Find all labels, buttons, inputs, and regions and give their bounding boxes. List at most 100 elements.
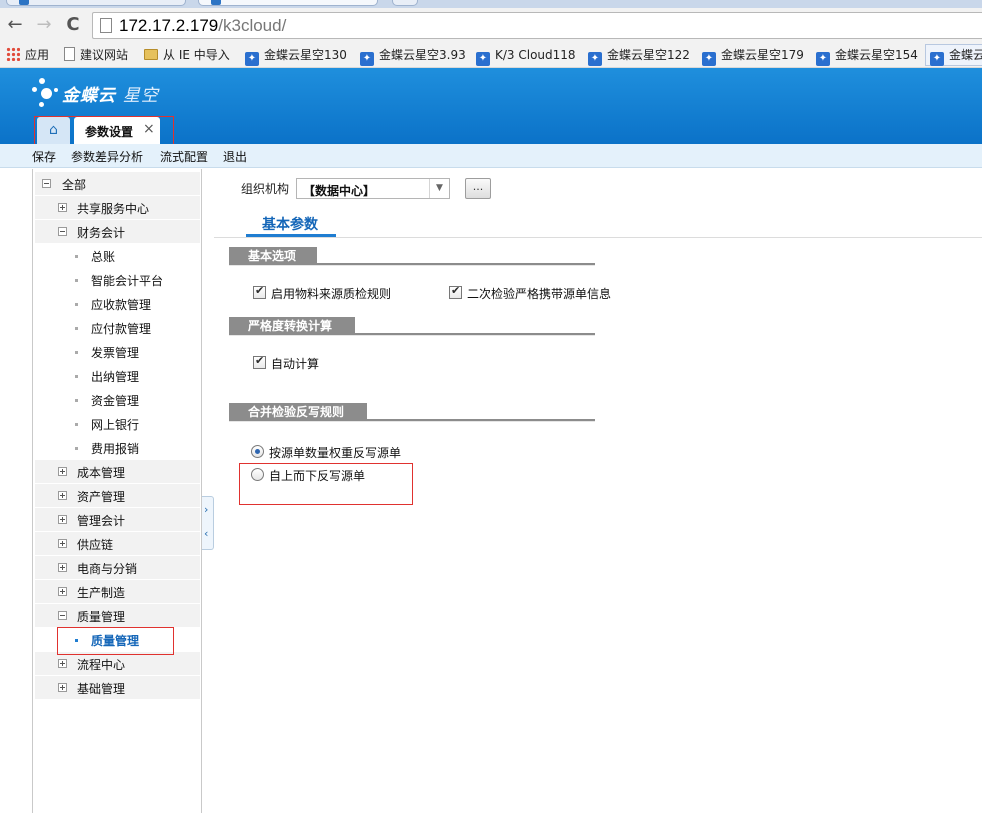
tree-leaf-smart-accounting[interactable]: 智能会计平台 xyxy=(35,268,200,292)
chevron-left-icon[interactable]: ‹ xyxy=(204,527,208,540)
forward-arrow-icon[interactable]: → xyxy=(34,15,54,35)
expand-icon[interactable] xyxy=(58,659,67,668)
tree-leaf-payables[interactable]: 应付款管理 xyxy=(35,316,200,340)
kingdee-icon: ✦ xyxy=(588,52,602,66)
bullet-icon xyxy=(75,327,78,330)
browser-tab[interactable] xyxy=(6,0,186,6)
annotation-box-radio xyxy=(239,463,413,505)
tree-leaf-online-bank[interactable]: 网上银行 xyxy=(35,412,200,436)
page-icon xyxy=(100,18,112,33)
tree-node-supply-chain[interactable]: 供应链 xyxy=(35,532,200,555)
page-icon xyxy=(64,47,75,61)
tab-divider xyxy=(214,237,982,238)
collapse-icon[interactable] xyxy=(58,611,67,620)
tree-leaf-general-ledger[interactable]: 总账 xyxy=(35,244,200,268)
bullet-icon xyxy=(75,399,78,402)
section-divider xyxy=(229,419,595,422)
tree-node-cost[interactable]: 成本管理 xyxy=(35,460,200,483)
tree-node-mgmt-accounting[interactable]: 管理会计 xyxy=(35,508,200,531)
folder-icon xyxy=(144,49,158,60)
bookmark-kd393[interactable]: ✦ 金蝶云星空3.93 xyxy=(360,45,466,66)
favicon-icon xyxy=(19,0,29,5)
kingdee-icon: ✦ xyxy=(360,52,374,66)
bookmark-apps[interactable]: 应用 xyxy=(6,45,49,65)
expand-icon[interactable] xyxy=(58,515,67,524)
back-arrow-icon[interactable]: ← xyxy=(5,15,25,35)
bookmark-kd-cut[interactable]: ✦ 金蝶云 xyxy=(925,44,982,66)
tree-node-finance[interactable]: 财务会计 xyxy=(35,220,200,243)
exit-button[interactable]: 退出 xyxy=(223,148,247,165)
collapse-icon[interactable] xyxy=(58,227,67,236)
bookmark-k3-118[interactable]: ✦ K/3 Cloud118 xyxy=(476,45,576,66)
org-lookup-button[interactable]: ... xyxy=(465,178,491,199)
expand-icon[interactable] xyxy=(58,203,67,212)
browser-tab-active[interactable] xyxy=(198,0,378,6)
checkbox-material-rule[interactable]: 启用物料来源质检规则 xyxy=(253,284,403,301)
expand-icon[interactable] xyxy=(58,563,67,572)
apps-icon xyxy=(6,47,20,61)
tree-node-manufacturing[interactable]: 生产制造 xyxy=(35,580,200,603)
url-text[interactable]: 172.17.2.179/k3cloud/ xyxy=(119,16,286,36)
org-select[interactable]: 【数据中心】 ▼ xyxy=(296,178,450,199)
radio-selected-icon[interactable] xyxy=(251,445,264,458)
expand-icon[interactable] xyxy=(58,491,67,500)
reload-icon[interactable]: C xyxy=(63,15,83,35)
checkbox-secondary-check[interactable]: 二次检验严格携带源单信息 xyxy=(449,284,619,301)
expand-icon[interactable] xyxy=(58,587,67,596)
tree-node-workflow[interactable]: 流程中心 xyxy=(35,652,200,675)
tree-leaf-invoice[interactable]: 发票管理 xyxy=(35,340,200,364)
logo-dot xyxy=(54,88,58,92)
module-tree: 全部 共享服务中心 财务会计 总账 智能会计平台 应收款管理 应付款管理 发票管… xyxy=(32,169,202,813)
kingdee-icon: ✦ xyxy=(245,52,259,66)
bookmark-suggested[interactable]: 建议网站 xyxy=(64,45,128,65)
tree-leaf-cashier[interactable]: 出纳管理 xyxy=(35,364,200,388)
logo-text: 金蝶云 星空 xyxy=(62,86,159,106)
expand-icon[interactable] xyxy=(58,467,67,476)
radio-weight-writeback[interactable]: 按源单数量权重反写源单 xyxy=(251,444,411,460)
browser-tab-strip xyxy=(0,0,982,8)
tree-leaf-receivables[interactable]: 应收款管理 xyxy=(35,292,200,316)
checkbox-checked-icon[interactable] xyxy=(253,284,266,299)
address-bar[interactable]: 172.17.2.179/k3cloud/ xyxy=(92,12,982,39)
panel-splitter[interactable]: › ‹ xyxy=(202,496,214,550)
section-divider xyxy=(229,263,595,266)
collapse-icon[interactable] xyxy=(42,179,51,188)
bookmark-kd154[interactable]: ✦ 金蝶云星空154 xyxy=(816,45,918,66)
checkbox-checked-icon[interactable] xyxy=(253,354,266,369)
tab-label: 基本参数 xyxy=(262,217,318,233)
save-button[interactable]: 保存 xyxy=(32,148,56,165)
tree-node-shared-service[interactable]: 共享服务中心 xyxy=(35,196,200,219)
tree-leaf-treasury[interactable]: 资金管理 xyxy=(35,388,200,412)
chevron-right-icon[interactable]: › xyxy=(204,503,208,516)
tree-node-assets[interactable]: 资产管理 xyxy=(35,484,200,507)
section-divider xyxy=(229,333,595,336)
bookmark-kd179[interactable]: ✦ 金蝶云星空179 xyxy=(702,45,804,66)
new-tab-button[interactable] xyxy=(392,0,418,6)
expand-icon[interactable] xyxy=(58,539,67,548)
bookmark-kd130[interactable]: ✦ 金蝶云星空130 xyxy=(245,45,347,66)
expand-icon[interactable] xyxy=(58,683,67,692)
chevron-down-icon[interactable]: ▼ xyxy=(429,179,449,198)
logo-dot xyxy=(41,88,52,99)
bullet-icon xyxy=(75,255,78,258)
annotation-box-tree xyxy=(57,627,174,655)
tab-basic-params[interactable]: 基本参数 xyxy=(246,210,336,237)
checkbox-checked-icon[interactable] xyxy=(449,284,462,299)
tree-node-ecommerce[interactable]: 电商与分销 xyxy=(35,556,200,579)
logo-dot xyxy=(32,87,37,92)
tree-node-all[interactable]: 全部 xyxy=(35,172,200,195)
org-value: 【数据中心】 xyxy=(303,184,376,198)
checkbox-auto-calc[interactable]: 自动计算 xyxy=(253,354,333,371)
bookmarks-bar: 应用 建议网站 从 IE 中导入 ✦ 金蝶云星空130 ✦ 金蝶云星空3.93 ✦ K… xyxy=(0,42,982,68)
tree-leaf-expense[interactable]: 费用报销 xyxy=(35,436,200,460)
bullet-icon xyxy=(75,351,78,354)
flow-config-button[interactable]: 流式配置 xyxy=(160,148,208,165)
logo-dot xyxy=(39,102,44,107)
bullet-icon xyxy=(75,447,78,450)
tree-node-quality[interactable]: 质量管理 xyxy=(35,604,200,627)
tree-node-base[interactable]: 基础管理 xyxy=(35,676,200,699)
bookmark-kd122[interactable]: ✦ 金蝶云星空122 xyxy=(588,45,690,66)
param-diff-button[interactable]: 参数差异分析 xyxy=(71,148,143,165)
logo-dot xyxy=(39,78,45,84)
bookmark-ie-import[interactable]: 从 IE 中导入 xyxy=(144,45,230,65)
